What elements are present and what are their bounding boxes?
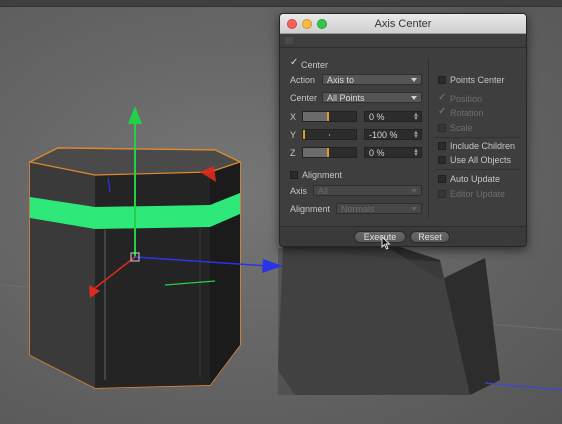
y-value-field[interactable]: -100 % ▲ ▼ xyxy=(364,129,422,140)
center-checkmark-icon[interactable]: ✓ xyxy=(290,58,298,68)
z-value: 0 % xyxy=(369,148,385,158)
dialog-title: Axis Center xyxy=(374,18,432,30)
use-all-objects-label[interactable]: Use All Objects xyxy=(450,155,511,165)
auto-update-label[interactable]: Auto Update xyxy=(450,174,500,184)
z-slider-knob[interactable] xyxy=(327,148,329,157)
z-axis-line-far xyxy=(484,382,562,391)
scale-checkbox xyxy=(438,124,446,132)
slider-tick xyxy=(329,134,330,136)
rotation-label: Rotation xyxy=(450,108,484,118)
y-slider[interactable] xyxy=(302,129,357,140)
z-slider-fill xyxy=(303,148,328,157)
dialog-button-bar: Execute Reset xyxy=(280,226,526,246)
points-center-checkbox[interactable] xyxy=(438,76,446,84)
x-slider-fill xyxy=(303,112,328,121)
section-divider xyxy=(435,169,520,170)
execute-button[interactable]: Execute xyxy=(354,231,406,243)
header-divider xyxy=(280,47,526,48)
chevron-down-icon xyxy=(411,78,417,82)
x-label: X xyxy=(290,112,297,122)
mouse-cursor-icon xyxy=(381,236,391,250)
dialog-titlebar[interactable]: Axis Center xyxy=(280,14,526,34)
position-label: Position xyxy=(450,94,483,104)
action-dropdown[interactable]: Axis to xyxy=(322,74,422,85)
alignment-checkbox[interactable] xyxy=(290,171,298,179)
editor-update-label: Editor Update xyxy=(450,189,506,199)
use-all-objects-checkbox[interactable] xyxy=(438,156,446,164)
chevron-down-icon xyxy=(411,207,417,211)
center-dropdown-value: All Points xyxy=(327,93,365,103)
chevron-down-icon xyxy=(411,96,417,100)
grip-icon[interactable] xyxy=(285,37,293,44)
center-checkbox-label[interactable]: Center xyxy=(301,60,328,70)
3d-viewport[interactable]: Axis Center ✓ Center Action Axis to Cent… xyxy=(0,0,562,424)
y-value: -100 % xyxy=(369,130,398,140)
position-checkmark-icon: ✓ xyxy=(438,92,447,103)
chevron-down-icon xyxy=(411,189,417,193)
include-children-checkbox[interactable] xyxy=(438,142,446,150)
box-object xyxy=(278,238,562,395)
scale-label: Scale xyxy=(450,123,473,133)
z-slider[interactable] xyxy=(302,147,357,158)
alignment-dropdown: Normals xyxy=(336,203,422,214)
z-label: Z xyxy=(290,148,296,158)
axis-label: Axis xyxy=(290,186,308,196)
action-dropdown-value: Axis to xyxy=(327,75,355,85)
y-axis-arrow-icon xyxy=(128,106,142,124)
auto-update-checkbox[interactable] xyxy=(438,175,446,183)
axis-center-dialog: Axis Center ✓ Center Action Axis to Cent… xyxy=(279,13,527,247)
y-label: Y xyxy=(290,130,297,140)
alignment-dropdown-value: Normals xyxy=(341,204,375,214)
rotation-checkmark-icon: ✓ xyxy=(438,106,447,117)
section-divider xyxy=(435,137,520,138)
editor-update-checkbox xyxy=(438,190,446,198)
x-slider-knob[interactable] xyxy=(327,112,329,121)
center-label: Center xyxy=(290,93,318,103)
x-value: 0 % xyxy=(369,112,385,122)
x-slider[interactable] xyxy=(302,111,357,122)
points-center-label[interactable]: Points Center xyxy=(450,75,505,85)
center-dropdown[interactable]: All Points xyxy=(322,92,422,103)
alignment-checkbox-label[interactable]: Alignment xyxy=(302,170,342,180)
x-value-field[interactable]: 0 % ▲ ▼ xyxy=(364,111,422,122)
stepper-arrows-icon[interactable]: ▲ ▼ xyxy=(413,130,419,140)
stepper-arrows-icon[interactable]: ▲ ▼ xyxy=(413,112,419,122)
z-value-field[interactable]: 0 % ▲ ▼ xyxy=(364,147,422,158)
include-children-label[interactable]: Include Children xyxy=(450,141,515,151)
axis-dropdown-value: All xyxy=(318,186,329,196)
stepper-arrows-icon[interactable]: ▲ ▼ xyxy=(413,148,419,158)
alignment-mode-label: Alignment xyxy=(290,204,331,214)
column-divider xyxy=(428,59,429,219)
axis-dropdown: All xyxy=(313,185,422,196)
reset-button[interactable]: Reset xyxy=(410,231,450,243)
y-slider-knob[interactable] xyxy=(303,130,305,139)
action-label: Action xyxy=(290,75,316,85)
